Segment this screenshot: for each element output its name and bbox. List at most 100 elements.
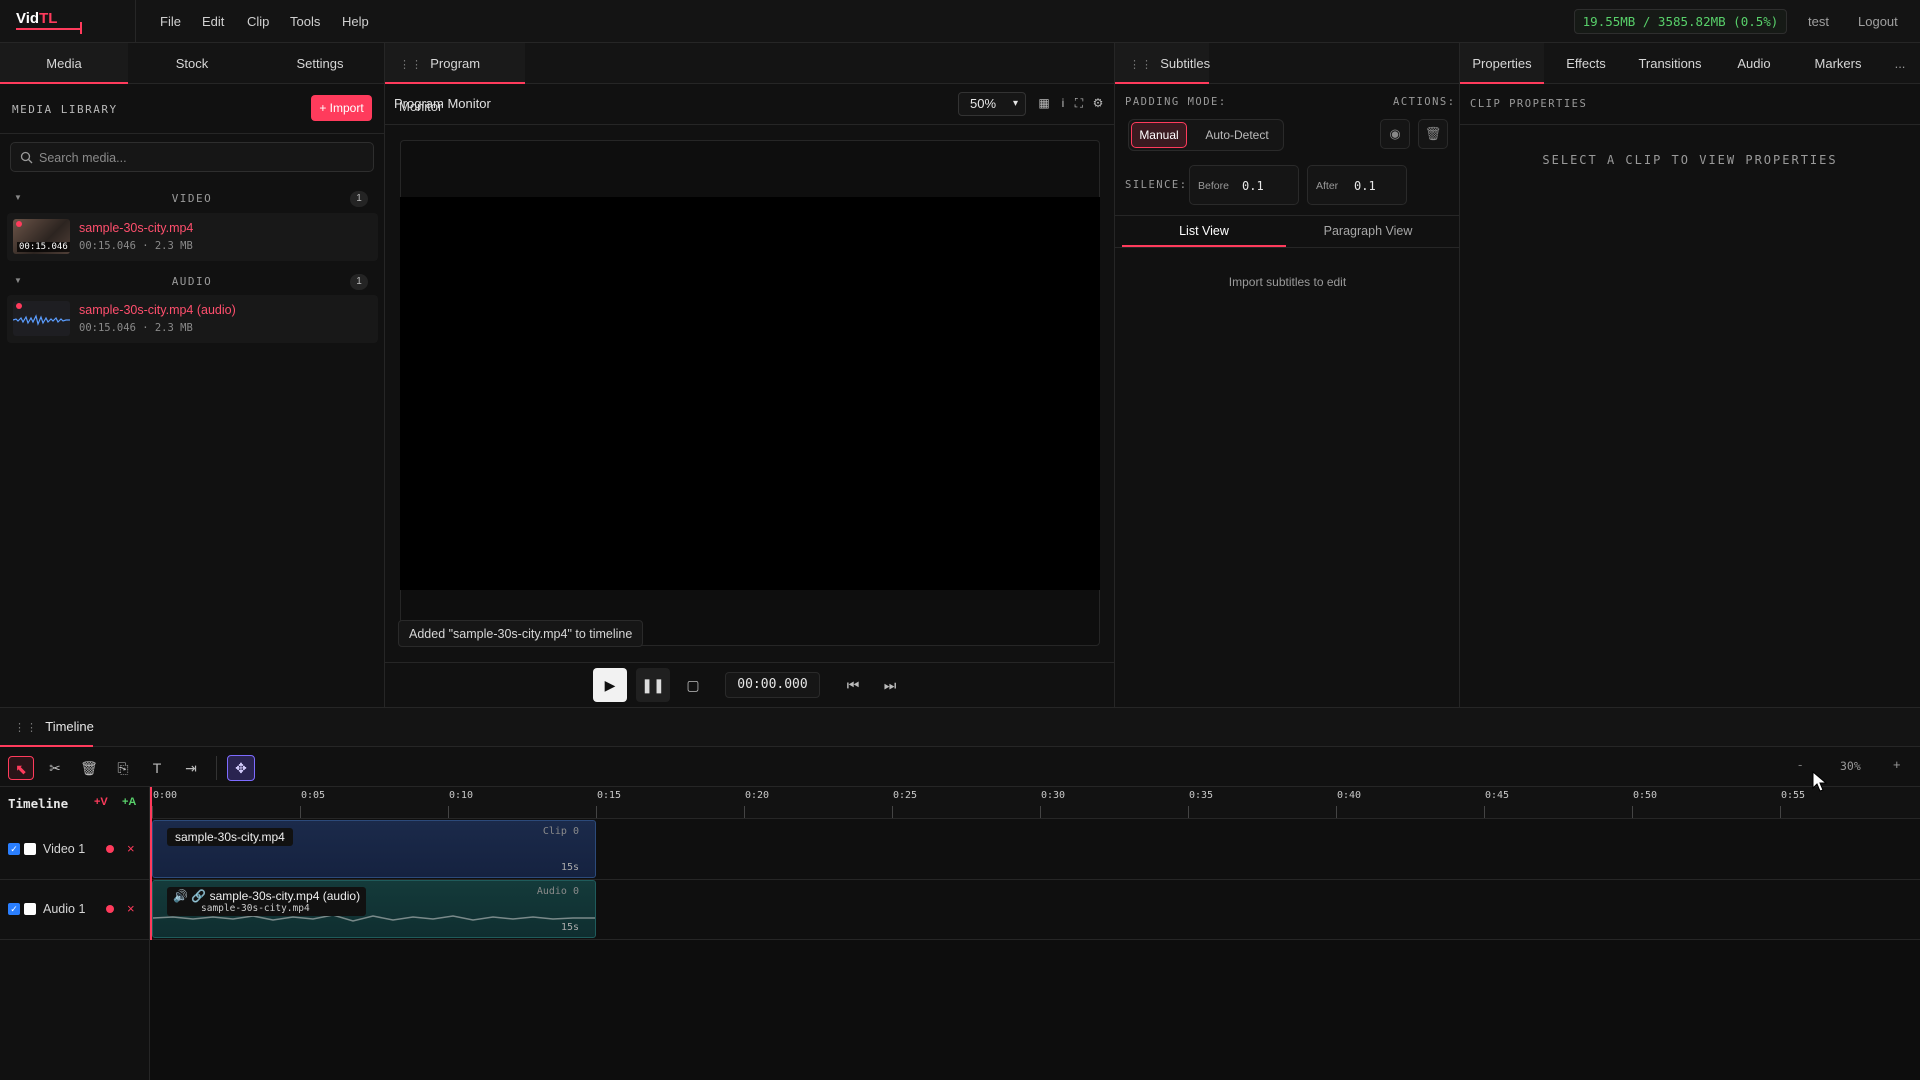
ruler-label: 0:25	[893, 790, 918, 801]
remove-track-icon[interactable]: ×	[127, 901, 135, 916]
remove-track-icon[interactable]: ×	[127, 841, 135, 856]
properties-tabbar: Properties Effects Transitions Audio Mar…	[1460, 43, 1920, 84]
auto-detect-button[interactable]: Auto-Detect	[1195, 122, 1279, 148]
tab-timeline[interactable]: ⋮⋮ Timeline	[0, 707, 94, 747]
grip-icon: ⋮⋮	[14, 722, 38, 734]
trash-icon[interactable]: 🗑	[1418, 119, 1448, 149]
tab-stock[interactable]: Stock	[128, 43, 256, 84]
tab-subtitles[interactable]: ⋮⋮ Subtitles	[1115, 43, 1210, 84]
media-name: sample-30s-city.mp4 (audio)	[79, 303, 236, 317]
subtitles-empty-state: Import subtitles to edit	[1228, 275, 1347, 289]
record-icon[interactable]	[106, 845, 114, 853]
logout-button[interactable]: Logout	[1858, 0, 1898, 43]
tab-effects[interactable]: Effects	[1544, 43, 1628, 84]
record-icon[interactable]	[106, 905, 114, 913]
media-item-audio[interactable]: sample-30s-city.mp4 (audio) 00:15.046 · …	[7, 295, 378, 343]
play-button[interactable]: ▶	[593, 668, 627, 702]
more-menu-button[interactable]: ...	[1880, 43, 1920, 84]
delete-icon[interactable]: 🗑	[76, 756, 102, 780]
menu-edit[interactable]: Edit	[202, 0, 224, 43]
after-value[interactable]: 0.1	[1354, 179, 1376, 193]
ruler-tick	[596, 806, 597, 818]
track-visible-checkbox[interactable]: ✓	[8, 903, 20, 915]
grid-icon[interactable]: ▦	[1036, 95, 1052, 111]
monitor-tabbar: ⋮⋮ Program Monitor	[385, 43, 1114, 114]
move-tool-icon[interactable]: ✥	[227, 755, 255, 781]
video-clip[interactable]: sample-30s-city.mp4 Clip 0 15s	[152, 820, 596, 878]
split-icon[interactable]: ⇥	[178, 756, 204, 780]
tab-audio[interactable]: Audio	[1712, 43, 1796, 84]
media-item-video[interactable]: 00:15.046 sample-30s-city.mp4 00:15.046 …	[7, 213, 378, 261]
track-lock-checkbox[interactable]	[24, 843, 36, 855]
media-name: sample-30s-city.mp4	[79, 221, 194, 235]
tab-markers[interactable]: Markers	[1796, 43, 1880, 84]
silence-after-field[interactable]: After 0.1	[1307, 165, 1407, 205]
ruler-tick	[1188, 806, 1189, 818]
section-video[interactable]: ▼ VIDEO 1	[10, 189, 374, 209]
search-box[interactable]	[10, 142, 374, 172]
info-icon[interactable]: i	[1055, 95, 1071, 111]
zoom-in-button[interactable]: +	[1893, 757, 1901, 772]
audio-clip[interactable]: 🔊 🔗 sample-30s-city.mp4 (audio) sample-3…	[152, 880, 596, 938]
pause-button[interactable]: ❚❚	[636, 668, 670, 702]
menu-clip[interactable]: Clip	[247, 0, 269, 43]
zoom-select[interactable]: 50% ▾	[958, 92, 1026, 116]
stop-button[interactable]: ▢	[676, 668, 710, 702]
tab-transitions[interactable]: Transitions	[1628, 43, 1712, 84]
zoom-out-button[interactable]: -	[1798, 757, 1802, 772]
divider	[385, 124, 1115, 125]
section-audio[interactable]: ▼ AUDIO 1	[10, 272, 374, 292]
ruler-label: 0:00	[153, 790, 178, 801]
timeline-empty-area[interactable]	[150, 940, 1920, 1080]
thumb-duration: 00:15.046	[17, 242, 70, 252]
tab-program-monitor[interactable]: ⋮⋮ Program Monitor	[385, 43, 525, 114]
clipboard-icon[interactable]: ⎘	[110, 756, 136, 780]
timeline-zoom-level: 30%	[1840, 759, 1861, 773]
menu-file[interactable]: File	[160, 0, 181, 43]
divider	[1460, 124, 1920, 125]
silence-label: SILENCE:	[1125, 179, 1188, 191]
tab-settings[interactable]: Settings	[256, 43, 384, 84]
menu-help[interactable]: Help	[342, 0, 369, 43]
settings-gear-icon[interactable]: ⚙	[1090, 95, 1106, 111]
track-header-audio: ✓ Audio 1 ×	[0, 880, 150, 940]
clip-id: Clip 0	[542, 826, 579, 837]
silence-before-field[interactable]: Before 0.1	[1189, 165, 1299, 205]
tab-paragraph-view[interactable]: Paragraph View	[1286, 217, 1450, 247]
menu-tools[interactable]: Tools	[290, 0, 320, 43]
clip-id: Audio 0	[536, 886, 579, 897]
section-label: AUDIO	[171, 275, 213, 288]
ruler-tick	[1780, 806, 1781, 818]
tab-properties[interactable]: Properties	[1460, 43, 1544, 84]
properties-empty-state: SELECT A CLIP TO VIEW PROPERTIES	[1542, 153, 1838, 167]
tab-media[interactable]: Media	[0, 43, 128, 84]
ruler-label: 0:30	[1041, 790, 1066, 801]
scissors-icon[interactable]: ✂	[42, 756, 68, 780]
media-meta: 00:15.046 · 2.3 MB	[79, 322, 193, 334]
add-audio-track-button[interactable]: +A	[122, 796, 136, 808]
select-tool-icon[interactable]: ⬉	[8, 756, 34, 780]
skip-back-button[interactable]: ⏮	[836, 668, 870, 702]
ruler-tick	[1484, 806, 1485, 818]
clip-source: sample-30s-city.mp4	[201, 903, 310, 914]
track-visible-checkbox[interactable]: ✓	[8, 843, 20, 855]
clip-label: 🔊 🔗 sample-30s-city.mp4 (audio) sample-3…	[167, 887, 367, 916]
clip-length: 15s	[560, 922, 579, 933]
track-name: Video 1	[43, 842, 86, 856]
eye-icon[interactable]: ◉	[1380, 119, 1410, 149]
import-button[interactable]: + Import	[311, 95, 372, 121]
ruler-tick	[892, 806, 893, 818]
add-video-track-button[interactable]: +V	[94, 796, 108, 808]
before-value[interactable]: 0.1	[1242, 179, 1264, 193]
link-icon: 🔗	[191, 889, 207, 903]
tab-list-view[interactable]: List View	[1122, 217, 1286, 247]
track-lock-checkbox[interactable]	[24, 903, 36, 915]
actions-label: ACTIONS:	[1393, 96, 1456, 108]
search-input[interactable]	[39, 149, 359, 167]
skip-forward-button[interactable]: ⏭	[873, 668, 907, 702]
manual-mode-button[interactable]: Manual	[1131, 122, 1187, 148]
text-icon[interactable]: T	[144, 756, 170, 780]
playhead[interactable]	[150, 787, 152, 940]
fullscreen-icon[interactable]: ⛶	[1071, 95, 1087, 111]
clip-label: sample-30s-city.mp4	[167, 828, 293, 846]
